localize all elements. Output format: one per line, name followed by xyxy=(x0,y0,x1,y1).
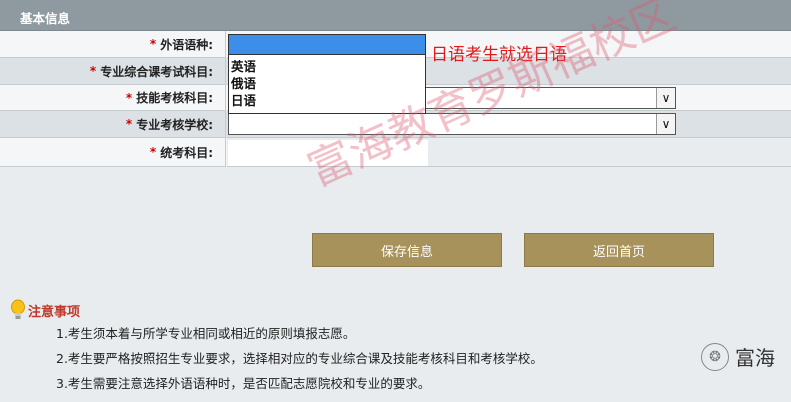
foreign-language-dropdown[interactable]: 英语 俄语 日语 xyxy=(228,34,426,114)
section-title: 基本信息 xyxy=(20,11,71,26)
notes-header: 注意事项 xyxy=(10,299,80,321)
wechat-icon: ❂ xyxy=(701,342,729,371)
dropdown-selected-option[interactable] xyxy=(229,35,425,55)
assessment-school-label: * 专业考核学校: xyxy=(0,111,226,138)
back-home-button[interactable]: 返回首页 xyxy=(524,233,714,267)
skill-subject-label: * 技能考核科目: xyxy=(0,85,226,111)
brand-text: 富海 xyxy=(735,346,775,370)
row-assessment-school: * 专业考核学校: ∨ xyxy=(0,111,791,138)
chevron-down-icon[interactable]: ∨ xyxy=(656,114,675,134)
required-mark: * xyxy=(125,90,133,105)
unified-exam-cell xyxy=(227,138,791,167)
option-japanese[interactable]: 日语 xyxy=(229,92,425,109)
required-mark: * xyxy=(125,117,133,131)
brand-badge: ❂ 富海 xyxy=(701,342,775,371)
assessment-school-select[interactable]: ∨ xyxy=(228,113,676,135)
chevron-down-icon[interactable]: ∨ xyxy=(656,88,675,108)
lightbulb-icon xyxy=(11,299,25,319)
red-annotation: 日语考生就选日语 xyxy=(431,45,567,65)
required-mark: * xyxy=(89,64,97,78)
required-mark: * xyxy=(149,145,157,159)
label-text: 统考科目: xyxy=(160,145,213,160)
label-text: 专业考核学校: xyxy=(136,117,213,132)
note-item: 3.考生需要注意选择外语语种时，是否匹配志愿院校和专业的要求。 xyxy=(56,376,431,391)
foreign-language-label: * 外语语种: xyxy=(0,31,226,58)
required-mark: * xyxy=(149,37,157,51)
row-unified-exam: * 统考科目: xyxy=(0,138,791,167)
label-text: 外语语种: xyxy=(160,37,213,52)
comprehensive-subject-label: * 专业综合课考试科目: xyxy=(0,58,226,85)
option-russian[interactable]: 俄语 xyxy=(229,75,425,92)
unified-exam-label: * 统考科目: xyxy=(0,138,226,167)
note-item: 2.考生要严格按照招生专业要求，选择相对应的专业综合课及技能考核科目和考核学校。 xyxy=(56,351,543,366)
assessment-school-cell: ∨ xyxy=(227,111,791,138)
notes-title: 注意事项 xyxy=(28,304,81,320)
label-text: 专业综合课考试科目: xyxy=(100,64,213,79)
unified-exam-field[interactable] xyxy=(228,140,428,166)
notes-panel: 注意事项 1.考生须本着与所学专业相同或相近的原则填报志愿。 2.考生要严格按照… xyxy=(0,285,791,402)
option-english[interactable]: 英语 xyxy=(229,58,425,75)
note-item: 1.考生须本着与所学专业相同或相近的原则填报志愿。 xyxy=(56,326,356,341)
section-header: 基本信息 xyxy=(0,0,791,31)
label-text: 技能考核科目: xyxy=(136,91,213,105)
save-button[interactable]: 保存信息 xyxy=(312,233,502,267)
